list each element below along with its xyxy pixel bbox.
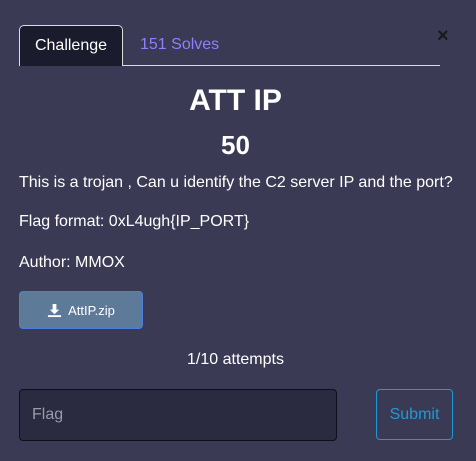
download-file-button[interactable]: AttIP.zip: [19, 291, 143, 329]
submit-button[interactable]: Submit: [376, 389, 453, 440]
download-icon: [48, 303, 62, 317]
file-name-label: AttIP.zip: [68, 302, 115, 318]
challenge-description: This is a trojan , Can u identify the C2…: [19, 174, 453, 191]
flag-format-text: Flag format: 0xL4ugh{IP_PORT}: [19, 213, 250, 230]
challenge-points: 50: [221, 130, 250, 160]
attempts-counter: 1/10 attempts: [187, 351, 284, 368]
flag-input[interactable]: [19, 389, 337, 441]
tab-solves[interactable]: 151 Solves: [140, 25, 219, 65]
challenge-title: ATT IP: [189, 84, 282, 117]
author-text: Author: MMOX: [19, 254, 125, 271]
close-icon[interactable]: ×: [437, 24, 449, 48]
tab-challenge[interactable]: Challenge: [19, 25, 123, 66]
challenge-tabs: Challenge 151 Solves: [19, 25, 440, 66]
